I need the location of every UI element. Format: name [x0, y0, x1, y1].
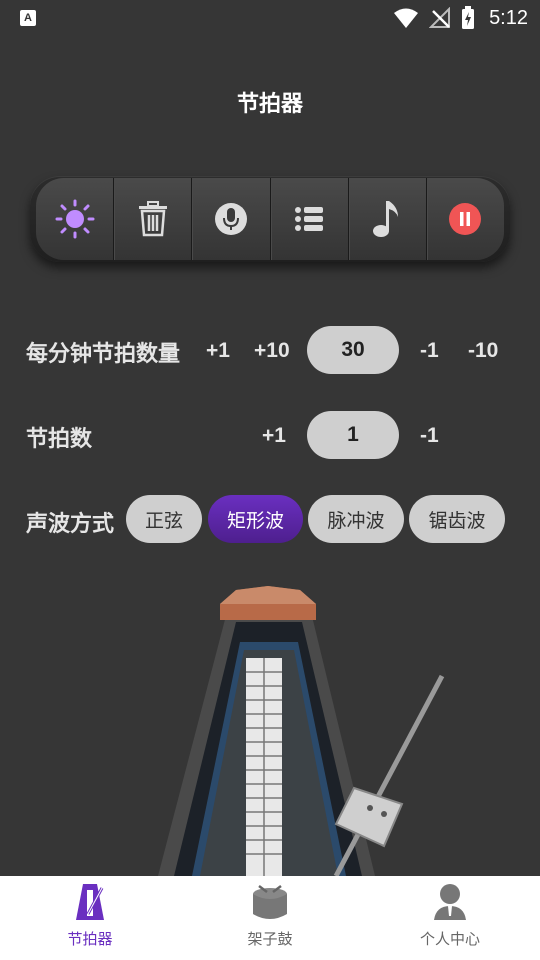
- light-icon: [55, 199, 95, 239]
- light-button[interactable]: [36, 178, 115, 260]
- nav-label-metronome: 节拍器: [67, 930, 113, 948]
- nav-item-drum[interactable]: 架子鼓: [180, 876, 360, 960]
- list-button[interactable]: [270, 178, 349, 260]
- status-icons: 5:12: [393, 6, 528, 30]
- wifi-icon: [394, 8, 419, 28]
- trash-button[interactable]: [114, 178, 193, 260]
- bpm-minus10-button[interactable]: -10: [468, 339, 498, 363]
- bottom-nav: 节拍器 架子鼓 个人中心: [0, 876, 540, 960]
- pause-button[interactable]: [426, 178, 505, 260]
- beats-minus1-button[interactable]: -1: [420, 424, 439, 448]
- pause-icon: [449, 203, 482, 235]
- status-bar: A 5:12: [0, 0, 540, 36]
- beats-value: 1: [307, 411, 399, 459]
- notification-a-icon: A: [20, 10, 36, 26]
- wave-option-square[interactable]: 矩形波: [208, 495, 303, 543]
- metronome-icon: [76, 884, 104, 920]
- trash-icon: [138, 201, 167, 237]
- bpm-plus10-button[interactable]: +10: [254, 339, 290, 363]
- nav-item-profile[interactable]: 个人中心: [360, 876, 540, 960]
- battery-charging-icon: [462, 6, 475, 29]
- person-icon: [434, 884, 466, 920]
- bpm-value: 30: [307, 326, 399, 374]
- nav-item-metronome[interactable]: 节拍器: [0, 876, 180, 960]
- list-icon: [295, 207, 324, 231]
- wave-label: 声波方式: [26, 512, 115, 537]
- no-signal-icon: [429, 7, 451, 28]
- metronome-illustration: [158, 586, 445, 876]
- beats-label: 节拍数: [26, 427, 93, 452]
- microphone-icon: [214, 203, 247, 235]
- music-note-button[interactable]: [348, 178, 427, 260]
- nav-label-drum: 架子鼓: [247, 930, 293, 948]
- drum-icon: [253, 885, 287, 919]
- bpm-plus1-button[interactable]: +1: [206, 339, 230, 363]
- status-time: 5:12: [489, 6, 528, 29]
- page-title: 节拍器: [236, 92, 303, 117]
- bpm-minus1-button[interactable]: -1: [420, 339, 439, 363]
- microphone-button[interactable]: [192, 178, 271, 260]
- music-note-icon: [373, 201, 399, 237]
- bpm-label: 每分钟节拍数量: [26, 342, 181, 367]
- toolbar: [30, 176, 510, 262]
- wave-option-sawtooth[interactable]: 锯齿波: [409, 495, 505, 543]
- nav-label-profile: 个人中心: [419, 930, 480, 948]
- wave-option-pulse[interactable]: 脉冲波: [308, 495, 404, 543]
- beats-plus1-button[interactable]: +1: [262, 424, 286, 448]
- wave-option-sine[interactable]: 正弦: [126, 495, 202, 543]
